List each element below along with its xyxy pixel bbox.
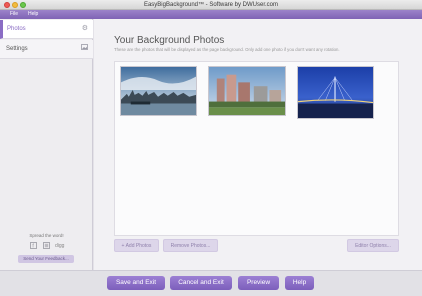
add-photos-button[interactable]: + Add Photos — [114, 239, 159, 252]
sidebar-item-photos[interactable]: Photos ⚙ — [0, 20, 93, 39]
send-feedback-button[interactable]: Send Your Feedback... — [18, 255, 74, 263]
photo-list[interactable] — [114, 61, 399, 236]
help-button[interactable]: Help — [285, 276, 314, 290]
digg-icon[interactable]: digg — [55, 242, 64, 250]
editor-options-button[interactable]: Editor Options... — [347, 239, 399, 252]
spread-the-word-text: Spread the word! — [29, 233, 64, 238]
menu-bar: File Help — [0, 10, 422, 19]
save-and-exit-button[interactable]: Save and Exit — [107, 276, 165, 290]
remove-photos-button[interactable]: Remove Photos... — [163, 239, 218, 252]
cancel-and-exit-button[interactable]: Cancel and Exit — [170, 276, 232, 290]
riverside-buildings-photo[interactable] — [208, 66, 286, 116]
harbor-skyline-photo[interactable] — [120, 66, 197, 116]
sidebar-item-label: Photos — [7, 26, 26, 32]
gear-icon: ⚙ — [81, 25, 88, 32]
night-bridge-photo[interactable] — [297, 66, 374, 119]
preview-button[interactable]: Preview — [238, 276, 279, 290]
page-title: Your Background Photos — [114, 35, 225, 46]
sidebar-item-settings[interactable]: Settings — [0, 40, 93, 59]
menu-file[interactable]: File — [10, 10, 18, 19]
facebook-icon[interactable]: f — [30, 242, 37, 252]
window-title: EasyBigBackground™ - Software by DWUser.… — [143, 2, 279, 8]
main-panel: Your Background Photos These are the pho… — [94, 19, 422, 270]
sidebar-item-label: Settings — [6, 46, 28, 52]
twitter-icon[interactable] — [43, 242, 50, 252]
menu-help[interactable]: Help — [28, 10, 38, 19]
page-subtitle: These are the photos that will be displa… — [114, 47, 340, 52]
title-bar: EasyBigBackground™ - Software by DWUser.… — [0, 0, 422, 10]
image-icon — [81, 44, 88, 54]
